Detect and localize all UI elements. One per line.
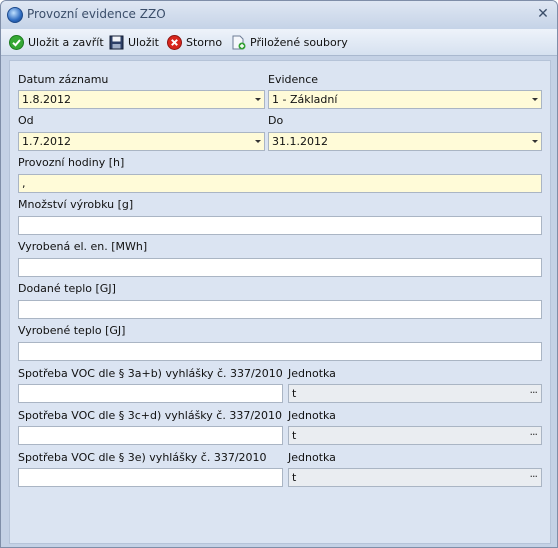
hours-label: Provozní hodiny [h] <box>18 156 125 169</box>
voc-ab-label: Spotřeba VOC dle § 3a+b) vyhlášky č. 337… <box>18 367 283 380</box>
heat-supplied-input[interactable] <box>18 300 542 319</box>
checkmark-icon <box>9 34 24 50</box>
from-date-dropdown[interactable]: 1.7.2012 <box>18 132 265 151</box>
electricity-label: Vyrobená el. en. [MWh] <box>18 240 148 253</box>
attachment-file-icon <box>232 35 246 49</box>
voc-e-label: Spotřeba VOC dle § 3e) vyhlášky č. 337/2… <box>18 451 267 464</box>
from-date-value: 1.7.2012 <box>22 135 71 148</box>
voc-cd-label: Spotřeba VOC dle § 3c+d) vyhlášky č. 337… <box>18 409 283 422</box>
evidence-value: 1 - Základní <box>272 93 338 106</box>
cancel-button[interactable]: Storno <box>167 33 222 51</box>
app-icon <box>7 7 23 23</box>
from-label: Od <box>18 114 34 127</box>
hours-value: , <box>22 177 26 190</box>
voc-e-input[interactable] <box>18 468 283 487</box>
chevron-down-icon[interactable] <box>532 98 538 101</box>
quantity-input[interactable] <box>18 216 542 235</box>
voc-e-unit-field[interactable]: t ··· <box>288 468 542 487</box>
to-date-value: 31.1.2012 <box>272 135 328 148</box>
evidence-dropdown[interactable]: 1 - Základní <box>268 90 542 109</box>
voc-ab-unit-label: Jednotka <box>288 367 336 380</box>
attachments-label: Přiložené soubory <box>250 35 348 49</box>
evidence-label: Evidence <box>268 73 319 86</box>
record-date-value: 1.8.2012 <box>22 93 71 106</box>
form-panel: Datum záznamu 1.8.2012 Evidence 1 - Zákl… <box>9 60 551 544</box>
close-button[interactable]: ✕ <box>535 6 551 22</box>
heat-produced-label: Vyrobené teplo [GJ] <box>18 324 126 337</box>
heat-supplied-label: Dodané teplo [GJ] <box>18 282 116 295</box>
cancel-icon <box>167 34 182 50</box>
cancel-label: Storno <box>186 35 223 49</box>
heat-produced-input[interactable] <box>18 342 542 361</box>
save-label: Uložit <box>128 35 159 49</box>
save-and-close-label: Uložit a zavřít <box>28 35 104 49</box>
voc-ab-input[interactable] <box>18 384 283 403</box>
attachments-button[interactable]: Přiložené soubory <box>231 33 348 51</box>
voc-cd-input[interactable] <box>18 426 283 445</box>
window-title: Provozní evidence ZZO <box>27 7 166 21</box>
voc-cd-unit-value: t <box>292 429 297 442</box>
record-date-dropdown[interactable]: 1.8.2012 <box>18 90 265 109</box>
voc-cd-unit-label: Jednotka <box>288 409 336 422</box>
save-button[interactable]: Uložit <box>109 33 159 51</box>
chevron-down-icon[interactable] <box>255 140 261 143</box>
chevron-down-icon[interactable] <box>255 98 261 101</box>
quantity-label: Množství výrobku [g] <box>18 198 134 211</box>
voc-cd-unit-field[interactable]: t ··· <box>288 426 542 445</box>
ellipsis-icon[interactable]: ··· <box>530 470 538 484</box>
record-date-label: Datum záznamu <box>18 73 109 86</box>
dialog-window: Provozní evidence ZZO ✕ Uložit a zavřít … <box>0 0 558 548</box>
title-bar: Provozní evidence ZZO ✕ <box>1 1 557 29</box>
to-date-dropdown[interactable]: 31.1.2012 <box>268 132 542 151</box>
save-and-close-button[interactable]: Uložit a zavřít <box>9 33 104 51</box>
ellipsis-icon[interactable]: ··· <box>530 386 538 400</box>
chevron-down-icon[interactable] <box>532 140 538 143</box>
voc-e-unit-label: Jednotka <box>288 451 336 464</box>
voc-e-unit-value: t <box>292 471 297 484</box>
electricity-input[interactable] <box>18 258 542 277</box>
voc-ab-unit-field[interactable]: t ··· <box>288 384 542 403</box>
toolbar: Uložit a zavřít Uložit Storno Přiložené … <box>1 29 557 56</box>
ellipsis-icon[interactable]: ··· <box>530 428 538 442</box>
floppy-disk-icon <box>109 35 124 49</box>
to-label: Do <box>268 114 284 127</box>
hours-input[interactable]: , <box>18 174 542 193</box>
voc-ab-unit-value: t <box>292 387 297 400</box>
